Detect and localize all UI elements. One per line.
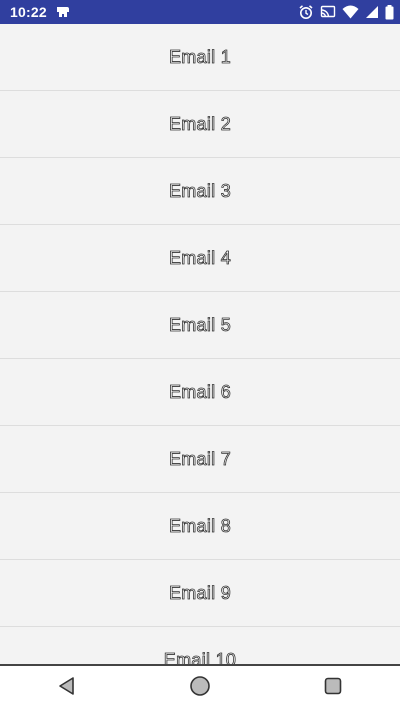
email-label: Email 1: [168, 46, 232, 67]
home-icon: [189, 675, 211, 702]
wifi-icon: [342, 5, 359, 19]
home-button[interactable]: [180, 669, 220, 709]
status-left: 10:22: [10, 4, 71, 20]
status-bar: 10:22: [0, 0, 400, 24]
alarm-icon: [298, 4, 314, 20]
email-label: Email 8: [168, 515, 232, 536]
email-label: Email 6: [168, 381, 232, 402]
back-icon: [57, 676, 77, 701]
list-item[interactable]: Email 1: [0, 24, 400, 91]
list-item[interactable]: Email 3: [0, 158, 400, 225]
status-time: 10:22: [10, 4, 47, 20]
list-item[interactable]: Email 8: [0, 493, 400, 560]
cast-icon: [320, 5, 336, 19]
email-label: Email 7: [168, 448, 232, 469]
list-item[interactable]: Email 10: [0, 627, 400, 665]
recents-button[interactable]: [313, 669, 353, 709]
email-label: Email 9: [168, 582, 232, 603]
email-label: Email 3: [168, 180, 232, 201]
signal-icon: [365, 5, 379, 19]
recents-icon: [323, 676, 343, 701]
navigation-bar: [0, 666, 400, 711]
list-item[interactable]: Email 7: [0, 426, 400, 493]
status-right: [298, 4, 394, 20]
list-item[interactable]: Email 4: [0, 225, 400, 292]
list-item[interactable]: Email 9: [0, 560, 400, 627]
email-label: Email 4: [168, 247, 232, 268]
email-list[interactable]: Email 1 Email 2 Email 3 Email 4 Email 5 …: [0, 24, 400, 665]
email-label: Email 5: [168, 314, 232, 335]
email-label: Email 2: [168, 113, 232, 134]
list-item[interactable]: Email 5: [0, 292, 400, 359]
email-label: Email 10: [163, 649, 237, 665]
battery-icon: [385, 4, 394, 20]
list-item[interactable]: Email 6: [0, 359, 400, 426]
back-button[interactable]: [47, 669, 87, 709]
list-item[interactable]: Email 2: [0, 91, 400, 158]
notification-icon: [55, 5, 71, 19]
